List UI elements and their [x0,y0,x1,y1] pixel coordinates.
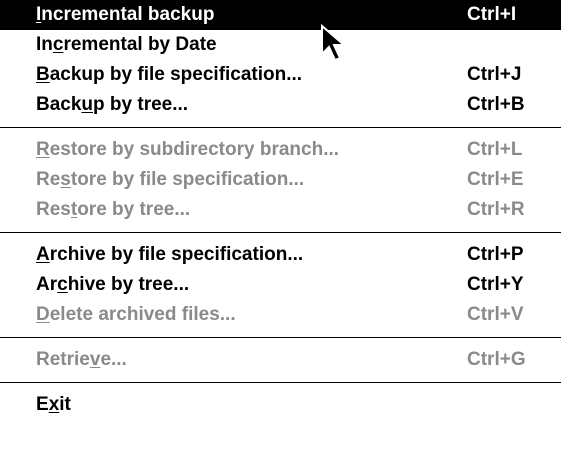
menu-item-shortcut: Ctrl+R [467,199,525,220]
menu-separator [0,120,561,135]
menu-item-shortcut: Ctrl+E [467,169,524,190]
menu-item-shortcut: Ctrl+J [467,64,522,85]
menu-item-incremental-backup[interactable]: Incremental backup Ctrl+I [0,0,561,30]
menu-item-label: Incremental by Date [36,34,217,55]
menu-item-restore-by-file-spec: Restore by file specification... Ctrl+E [0,165,561,195]
menu-item-label: Restore by tree... [36,199,191,220]
menu-item-label: Archive by file specification... [36,244,304,265]
menu-item-label: Backup by file specification... [36,64,303,85]
menu-item-delete-archived-files: Delete archived files... Ctrl+V [0,300,561,330]
menu-separator [0,375,561,390]
menu-item-label: Restore by file specification... [36,169,305,190]
menu-item-archive-by-tree[interactable]: Archive by tree... Ctrl+Y [0,270,561,300]
menu-item-label: Incremental backup [36,4,215,25]
backup-menu: Incremental backup Ctrl+I Incremental by… [0,0,561,464]
menu-item-shortcut: Ctrl+P [467,244,524,265]
menu-item-label: Exit [36,394,71,415]
menu-item-incremental-by-date[interactable]: Incremental by Date [0,30,561,60]
menu-item-shortcut: Ctrl+Y [467,274,524,295]
menu-item-label: Archive by tree... [36,274,190,295]
menu-item-shortcut: Ctrl+L [467,139,523,160]
menu-item-shortcut: Ctrl+I [467,4,517,25]
menu-item-label: Restore by subdirectory branch... [36,139,340,160]
menu-item-label: Backup by tree... [36,94,189,115]
menu-item-exit[interactable]: Exit [0,390,561,420]
menu-item-restore-by-subdirectory: Restore by subdirectory branch... Ctrl+L [0,135,561,165]
menu-item-shortcut: Ctrl+B [467,94,525,115]
menu-item-restore-by-tree: Restore by tree... Ctrl+R [0,195,561,225]
menu-item-archive-by-file-spec[interactable]: Archive by file specification... Ctrl+P [0,240,561,270]
menu-item-backup-by-file-spec[interactable]: Backup by file specification... Ctrl+J [0,60,561,90]
menu-item-label: Retrieve... [36,349,127,370]
menu-item-backup-by-tree[interactable]: Backup by tree... Ctrl+B [0,90,561,120]
menu-item-shortcut: Ctrl+V [467,304,524,325]
menu-item-shortcut: Ctrl+G [467,349,526,370]
menu-item-label: Delete archived files... [36,304,236,325]
menu-separator [0,330,561,345]
menu-separator [0,225,561,240]
menu-item-retrieve: Retrieve... Ctrl+G [0,345,561,375]
